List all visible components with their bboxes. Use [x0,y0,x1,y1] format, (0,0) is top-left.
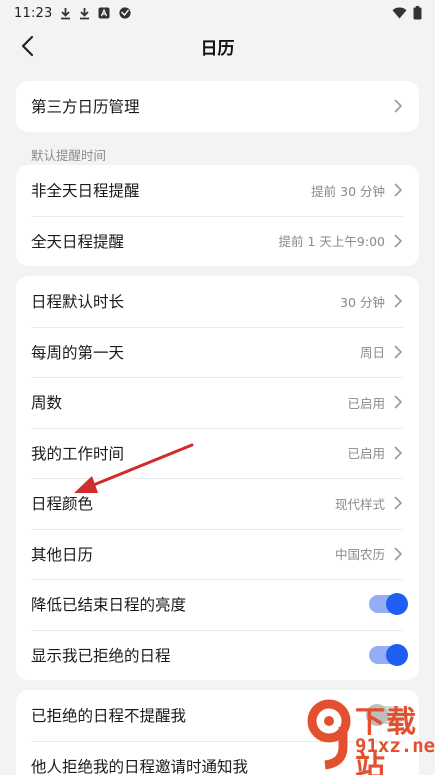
third-party-card: 第三方日历管理 [16,81,419,132]
app-icon [98,7,110,19]
chevron-right-icon [394,446,403,460]
row-label: 每周的第一天 [31,343,125,362]
status-time: 11:23 [14,5,53,21]
row-value: 30 分钟 [340,294,385,310]
chevron-right-icon [394,99,403,113]
download-icon [79,7,90,20]
status-bar: 11:23 [0,0,435,26]
dim-past-events-toggle[interactable] [369,593,408,616]
reminder-card: 非全天日程提醒 提前 30 分钟 全天日程提醒 提前 1 天上午9:00 [16,165,419,266]
chevron-right-icon [394,294,403,308]
row-value: 现代样式 [334,496,385,512]
third-party-calendar-row[interactable]: 第三方日历管理 [16,81,419,132]
show-declined-events-toggle[interactable] [369,643,408,666]
chevron-right-icon [394,496,403,510]
row-label: 周数 [31,394,63,413]
download-icon [60,7,71,20]
row-value: 中国农历 [334,547,385,563]
chevron-right-icon [394,345,403,359]
allday-reminder-row[interactable]: 全天日程提醒 提前 1 天上午9:00 [16,215,419,267]
row-value: 已启用 [347,395,385,411]
row-label: 日程颜色 [31,495,94,514]
section-label-reminder: 默认提醒时间 [31,148,107,163]
chevron-right-icon [394,395,403,409]
row-value: 周日 [359,345,385,361]
settings-card: 日程默认时长 30 分钟 每周的第一天 周日 周数 已启用 我的工作时间 已启用… [16,276,419,680]
status-bar-left: 11:23 [14,6,132,21]
watermark-text-url: 91xz.net [355,735,435,757]
back-arrow-icon[interactable] [12,31,42,61]
row-label: 降低已结束日程的亮度 [31,596,187,615]
page-title: 日历 [200,38,235,59]
row-label: 第三方日历管理 [31,98,140,117]
toggle-knob [386,643,408,666]
wifi-icon [392,7,407,19]
show-declined-events-row: 显示我已拒绝的日程 [16,629,419,681]
battery-icon [413,6,422,20]
row-label: 我的工作时间 [31,444,125,463]
other-calendars-row[interactable]: 其他日历 中国农历 [16,528,419,580]
app-header: 日历 [0,26,435,66]
dim-past-events-row: 降低已结束日程的亮度 [16,579,419,630]
watermark: 下载站 91xz.net [303,691,435,775]
working-hours-row[interactable]: 我的工作时间 已启用 [16,427,419,479]
default-duration-row[interactable]: 日程默认时长 30 分钟 [16,276,419,327]
event-color-row[interactable]: 日程颜色 现代样式 [16,478,419,529]
first-day-of-week-row[interactable]: 每周的第一天 周日 [16,326,419,378]
week-numbers-row[interactable]: 周数 已启用 [16,377,419,428]
row-value: 已启用 [347,446,385,462]
toggle-knob [386,593,408,616]
row-value: 提前 30 分钟 [311,183,385,199]
chevron-right-icon [394,547,403,561]
row-label: 非全天日程提醒 [31,182,140,201]
row-label: 其他日历 [31,545,94,564]
status-bar-right [392,6,422,20]
row-label: 全天日程提醒 [31,232,125,251]
chevron-right-icon [394,183,403,197]
watermark-logo [307,699,351,770]
row-label: 日程默认时长 [31,293,125,312]
non-allday-reminder-row[interactable]: 非全天日程提醒 提前 30 分钟 [16,165,419,216]
chevron-right-icon [394,234,403,248]
app-icon [118,7,132,19]
row-label: 显示我已拒绝的日程 [31,646,171,665]
row-value: 提前 1 天上午9:00 [278,234,385,250]
